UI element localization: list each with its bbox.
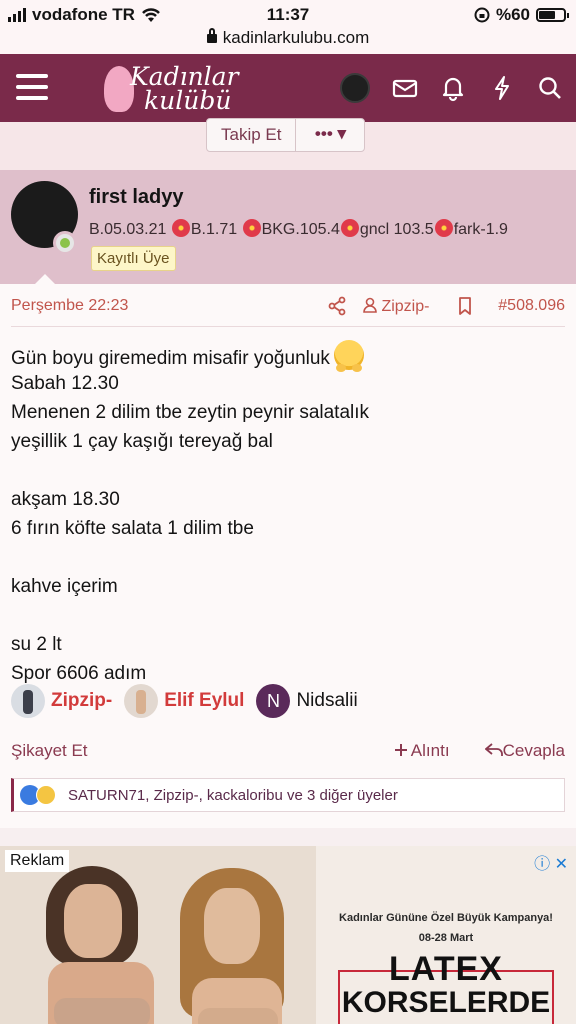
post-line: Menenen 2 dilim tbe zeytin peynir salata…: [11, 402, 370, 423]
post-content: Gün boyu giremedim misafir yoğunluk Saba…: [11, 340, 565, 688]
stat-item: B.05.03.21: [89, 221, 167, 238]
post-line: kahve içerim: [11, 576, 118, 597]
post-line: Sabah 12.30: [11, 373, 119, 394]
mail-icon[interactable]: [391, 74, 419, 102]
account-avatar[interactable]: [340, 73, 370, 103]
url-bar[interactable]: kadinlarkulubu.com: [0, 28, 576, 54]
post-actions: Şikayet Et Alıntı Cevapla: [11, 740, 565, 764]
mentioned-users: Zipzip- Elif Eylul N Nidsalii: [11, 684, 358, 718]
post-line: su 2 lt: [11, 634, 62, 655]
ad-model: [40, 862, 160, 1024]
reactor-name[interactable]: Elif Eylul: [164, 690, 244, 712]
follow-group: Takip Et ••• ▾: [206, 118, 366, 152]
ad-headline: LATEX: [389, 950, 503, 988]
battery-group: %60: [474, 5, 569, 25]
post-number[interactable]: #508.096: [498, 297, 565, 315]
quote-button[interactable]: Alıntı: [395, 741, 450, 761]
menu-icon[interactable]: [16, 74, 48, 100]
reactions-summary[interactable]: SATURN71, Zipzip-, kackaloribu ve 3 diğe…: [11, 778, 565, 812]
post-user-panel: first ladyy B.05.03.21 B.1.71 BKG.105.4 g…: [0, 170, 576, 284]
post-line: Gün boyu giremedim misafir yoğunluk: [11, 340, 565, 372]
post-meta: Perşembe 22:23 Zipzip- #508.096: [11, 296, 565, 318]
post-author-link[interactable]: Zipzip-: [363, 297, 429, 316]
reactor-name[interactable]: Nidsalii: [296, 690, 357, 712]
hibiscus-icon: [171, 219, 190, 237]
bookmark-icon[interactable]: [457, 296, 473, 316]
more-options-button[interactable]: ••• ▾: [296, 119, 364, 151]
bell-icon[interactable]: [439, 74, 467, 102]
reaction-icons: [20, 785, 56, 805]
ad-model: [176, 868, 296, 1024]
post-line: 6 fırın köfte salata 1 dilim tbe: [11, 518, 254, 539]
stat-item: BKG.105.4: [261, 221, 340, 238]
url-text: kadinlarkulubu.com: [222, 28, 370, 47]
username[interactable]: first ladyy: [89, 186, 183, 209]
search-icon[interactable]: [536, 74, 564, 102]
ad-campaign-text: Kadınlar Gününe Özel Büyük Kampanya!: [339, 912, 553, 924]
quote-label: Alıntı: [410, 741, 450, 760]
post: Perşembe 22:23 Zipzip- #508.096 Gün boyu…: [0, 284, 576, 828]
orientation-lock-icon: [474, 7, 490, 23]
battery-percent: %60: [495, 5, 530, 24]
user-signature-stats: B.05.03.21 B.1.71 BKG.105.4 gncl 103.5 far…: [89, 219, 508, 239]
share-icon[interactable]: [327, 296, 347, 316]
user-role-badge: Kayıtlı Üye: [91, 246, 176, 271]
lock-icon: [206, 28, 217, 43]
ad-choices-icon[interactable]: ⓘ ✕: [534, 850, 568, 874]
stat-item: B.1.71: [190, 221, 238, 238]
report-button[interactable]: Şikayet Et: [11, 741, 88, 761]
hibiscus-icon: [434, 219, 453, 237]
lightning-icon[interactable]: [488, 74, 516, 102]
battery-icon: [536, 8, 569, 22]
online-status-icon: [53, 231, 77, 255]
reply-label: Cevapla: [502, 741, 565, 760]
reactor-name[interactable]: Zipzip-: [51, 690, 112, 712]
post-author-name: Zipzip-: [381, 298, 430, 315]
site-logo[interactable]: Kadınlar kulübü: [100, 60, 240, 116]
thread-toolbar: Takip Et ••• ▾: [0, 118, 576, 170]
divider: [11, 326, 565, 327]
post-line-text: Gün boyu giremedim misafir yoğunluk: [11, 348, 330, 369]
reactions-text: SATURN71, Zipzip-, kackaloribu ve 3 diğe…: [68, 787, 398, 804]
ad-headline: KORSELERDE: [341, 986, 551, 1019]
advertisement[interactable]: Reklam ⓘ ✕ Kadınlar Gününe Özel Büyük Ka…: [0, 846, 576, 1024]
heart-eyes-icon: [36, 785, 56, 805]
post-line: akşam 18.30: [11, 489, 120, 510]
reactor-avatar[interactable]: [11, 684, 45, 718]
status-bar: vodafone TR 11:37 %60: [0, 0, 576, 28]
post-line: yeşillik 1 çay kaşığı tereyağ bal: [11, 431, 273, 452]
follow-button[interactable]: Takip Et: [207, 119, 297, 151]
ad-dates: 08-28 Mart: [418, 932, 474, 944]
post-line: [11, 543, 565, 572]
stat-item: gncl 103.5: [359, 221, 434, 238]
hugging-face-emoji-icon: [333, 340, 364, 372]
plus-icon: [395, 744, 407, 756]
reactor-avatar[interactable]: N: [256, 684, 291, 718]
reply-icon: [484, 743, 503, 756]
site-header: Kadınlar kulübü: [0, 54, 576, 122]
reply-button[interactable]: Cevapla: [484, 741, 565, 761]
reactor-avatar[interactable]: [124, 684, 159, 718]
hibiscus-icon: [340, 219, 359, 237]
hibiscus-icon: [242, 219, 261, 237]
ad-label: Reklam: [5, 850, 70, 872]
stat-item: fark-1.9: [453, 221, 508, 238]
post-date[interactable]: Perşembe 22:23: [11, 297, 128, 315]
post-line: [11, 601, 565, 630]
post-line: [11, 456, 565, 485]
user-icon: [363, 297, 377, 313]
ad-image: [0, 846, 316, 1024]
